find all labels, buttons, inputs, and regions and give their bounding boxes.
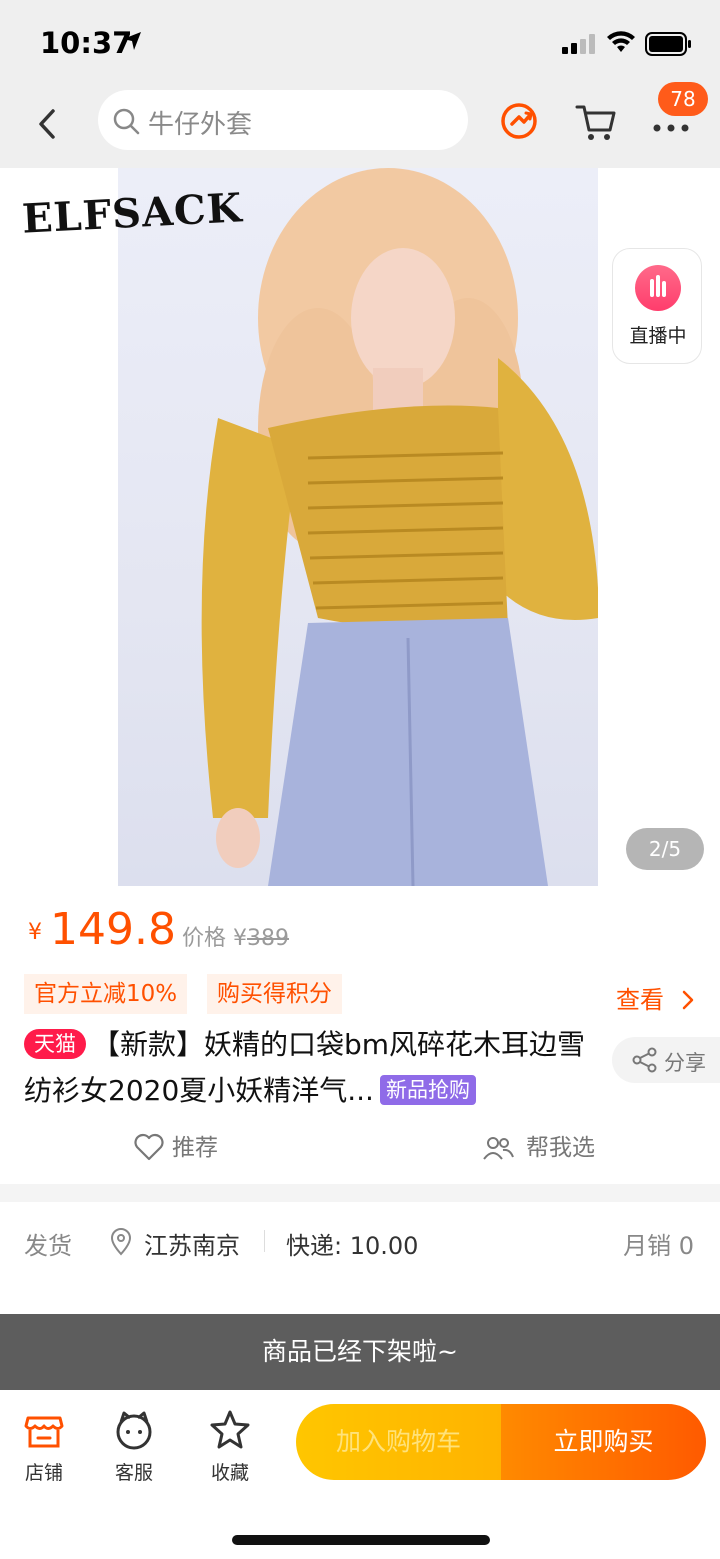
original-price-value: 389	[247, 926, 290, 951]
battery-icon	[645, 32, 691, 56]
star-icon	[210, 1410, 250, 1449]
product-title-block: 天猫 【新款】妖精的口袋bm风碎花木耳边雪纺衫女2020夏小妖精洋气... 新品抢购	[24, 1022, 604, 1114]
favorite-tab[interactable]: 收藏	[195, 1408, 265, 1485]
signal-icon	[562, 34, 595, 54]
heart-icon	[134, 1133, 164, 1161]
product-title: 【新款】妖精的口袋bm风碎花木耳边雪纺衫女2020夏小妖精洋气...	[24, 1028, 586, 1107]
share-icon	[632, 1047, 657, 1073]
points-tag[interactable]: 购买得积分	[207, 974, 342, 1014]
customer-service-tab[interactable]: 客服	[99, 1408, 169, 1485]
favorite-label: 收藏	[210, 1462, 249, 1484]
help-choose-label: 帮我选	[526, 1135, 595, 1161]
live-stream-button[interactable]: 直播中	[612, 248, 702, 364]
divider	[264, 1230, 265, 1252]
toast-message: 商品已经下架啦~	[0, 1314, 720, 1390]
view-label: 查看	[616, 986, 664, 1014]
service-label: 客服	[114, 1462, 153, 1484]
price-value: 149.8	[50, 904, 176, 955]
shipping-label: 发货	[24, 1232, 72, 1260]
live-icon	[635, 265, 681, 311]
shipping-fee: 快递: 10.00	[286, 1232, 419, 1260]
cart-count-badge: 78	[658, 82, 708, 116]
shipping-row[interactable]: 发货 江苏南京 快递: 10.00 月销 0	[24, 1226, 696, 1260]
original-price-label: 价格	[182, 926, 227, 951]
store-tab[interactable]: 店铺	[9, 1408, 79, 1485]
service-icon	[116, 1411, 152, 1450]
original-price-symbol: ¥	[233, 926, 248, 951]
top-nav: 牛仔外套 78	[0, 82, 720, 168]
store-icon	[24, 1416, 64, 1448]
search-placeholder: 牛仔外套	[148, 110, 253, 140]
home-indicator	[232, 1535, 490, 1545]
share-label: 分享	[664, 1051, 706, 1075]
status-bar: 10:37	[0, 0, 720, 90]
bottom-action-bar: 店铺 客服 收藏 加入购物车 立即购买	[0, 1390, 720, 1559]
live-label: 直播中	[629, 325, 687, 347]
shipping-city: 江苏南京	[144, 1232, 240, 1260]
status-time: 10:37	[40, 26, 133, 60]
cart-icon[interactable]	[574, 100, 618, 144]
add-to-cart-button[interactable]: 加入购物车	[296, 1404, 501, 1480]
purchase-buttons: 加入购物车 立即购买	[296, 1404, 706, 1480]
store-label: 店铺	[24, 1462, 63, 1484]
search-input[interactable]: 牛仔外套	[98, 90, 468, 150]
location-arrow-icon	[123, 32, 141, 50]
price-symbol: ¥	[28, 920, 42, 945]
search-icon	[113, 108, 140, 135]
buy-now-button[interactable]: 立即购买	[501, 1404, 706, 1480]
model-illustration	[201, 168, 598, 886]
wifi-icon	[607, 31, 635, 52]
original-price: 价格 ¥389	[182, 920, 289, 952]
people-icon	[483, 1137, 514, 1160]
share-button[interactable]: 分享	[612, 1037, 720, 1083]
section-divider	[0, 1184, 720, 1202]
product-photo[interactable]	[118, 168, 598, 886]
product-gallery[interactable]: ELFSACK 直播中 2/5	[0, 168, 720, 886]
help-choose-button[interactable]: 帮我选	[482, 1128, 595, 1162]
location-pin-icon	[110, 1228, 132, 1256]
discount-tag[interactable]: 官方立减10%	[24, 974, 188, 1014]
monthly-sales: 月销 0	[623, 1232, 694, 1260]
recommend-button[interactable]: 推荐	[134, 1128, 218, 1162]
recommend-label: 推荐	[172, 1135, 218, 1161]
view-promos-link[interactable]: 查看	[616, 980, 698, 1015]
replay-icon[interactable]	[498, 100, 540, 142]
back-chevron-icon[interactable]	[30, 106, 66, 142]
chevron-right-icon	[682, 990, 693, 1010]
tmall-badge: 天猫	[24, 1029, 86, 1059]
gallery-pager: 2/5	[626, 828, 704, 870]
new-arrival-tag: 新品抢购	[379, 1075, 476, 1105]
